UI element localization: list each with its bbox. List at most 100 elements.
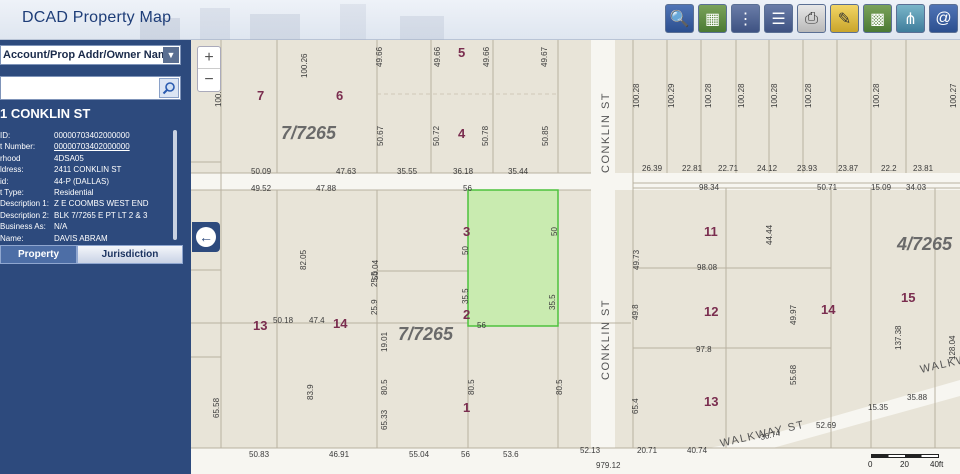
dimension-label: 23.87 [838, 164, 859, 173]
zoom-in-button[interactable]: + [198, 47, 220, 69]
dimension-label: 80.5 [380, 379, 389, 395]
dimension-label: 100.28 [632, 83, 641, 108]
email-icon[interactable]: @ [929, 4, 958, 33]
search-input[interactable] [1, 77, 151, 99]
detail-key: id: [0, 176, 9, 186]
dimension-label: 98.34 [699, 183, 720, 192]
detail-key: t Number: [0, 142, 36, 152]
scale-label-zero: 0 [868, 460, 873, 469]
lot-number: 11 [704, 224, 718, 239]
dimension-label: 40.74 [687, 446, 708, 455]
dimension-label: 36.18 [453, 167, 474, 176]
search-type-label: Account/Prop Addr/Owner Name [3, 49, 163, 61]
lot-number: 15 [901, 290, 915, 305]
dimension-label: 100.28 [704, 83, 713, 108]
detail-row: rhood 4DSA05 [0, 153, 176, 164]
detail-value: 2411 CONKLIN ST [54, 165, 122, 175]
dimension-label: 15.35 [868, 403, 889, 412]
details-scrollbar[interactable] [173, 130, 177, 240]
dimension-label: 100.28 [770, 83, 779, 108]
parcel-numbers-icon[interactable]: ⋮ [731, 4, 760, 33]
dimension-label: 49.97 [789, 304, 798, 325]
dimension-label: 80.5 [467, 379, 476, 395]
detail-value[interactable]: 00000703402000000 [54, 141, 176, 152]
dimension-label: 100.27 [949, 83, 958, 108]
search-button[interactable] [159, 78, 179, 98]
dimension-label: 53.6 [503, 450, 519, 459]
zoom-out-button[interactable]: − [198, 69, 220, 91]
dimension-label: 56 [463, 184, 472, 193]
lot-number: 7 [257, 88, 264, 103]
street-label: CONKLIN ST [600, 92, 612, 173]
collapse-sidebar-button[interactable]: ← [192, 222, 220, 252]
detail-key: Description 2: [0, 210, 49, 220]
parcel-map[interactable]: 7/7265 7/7265 4/7265 7 6 5 4 3 2 1 13 14 11 12 14 15 13 C… [191, 40, 960, 474]
dimension-label: 979.12 [596, 461, 621, 470]
grid-map-icon[interactable]: ▩ [863, 4, 892, 33]
dimension-label: 52.13 [580, 446, 601, 455]
detail-row: ID: 00000703402000000 [0, 130, 176, 141]
dimension-label: 56 [477, 321, 486, 330]
dimension-label: 55.68 [789, 364, 798, 385]
dimension-label: 25.5 [370, 271, 379, 287]
dimension-label: 35.55 [397, 167, 418, 176]
sidebar: Account/Prop Addr/Owner Name ▼ 1 CONKLIN… [0, 40, 191, 474]
detail-row: Business As: N/A [0, 221, 176, 232]
dimension-label: 83.9 [306, 384, 315, 400]
map-layers-icon[interactable]: ▦ [698, 4, 727, 33]
detail-row: Name: DAVIS ABRAM [0, 233, 176, 244]
edit-notes-icon[interactable]: ✎ [830, 4, 859, 33]
dimension-label: 128.04 [948, 335, 957, 360]
lot-number: 2 [463, 307, 470, 322]
detail-key: t Type: [0, 187, 24, 197]
scale-bar: 0 20 40ft [868, 452, 948, 472]
detail-key: ID: [0, 131, 11, 140]
dimension-label: 50 [550, 227, 559, 236]
dimension-label: 50.67 [376, 125, 385, 146]
scale-label-end: 40ft [930, 460, 944, 469]
dimension-label: 49.66 [375, 46, 384, 67]
dimension-label: 55.04 [409, 450, 430, 459]
dimension-label: 19.01 [380, 331, 389, 352]
lot-number: 14 [333, 316, 348, 331]
dimension-label: 49.8 [631, 304, 640, 320]
detail-row: ldress: 2411 CONKLIN ST [0, 164, 176, 175]
dimension-label: 47.4 [309, 316, 325, 325]
share-icon[interactable]: ⋔ [896, 4, 925, 33]
tab-property[interactable]: Property [0, 245, 77, 264]
tab-jurisdiction[interactable]: Jurisdiction [77, 245, 183, 264]
detail-row: Description 1: Z E COOMBS WEST END [0, 198, 176, 209]
dimension-label: 100.28 [804, 83, 813, 108]
dimension-label: 35.5 [461, 288, 470, 304]
dimension-label: 35.5 [548, 294, 557, 310]
dimension-label: 22.2 [881, 164, 897, 173]
dimension-label: 22.81 [682, 164, 703, 173]
dimension-label: 82.05 [299, 249, 308, 270]
detail-value: 4DSA05 [54, 153, 84, 163]
zoom-search-icon[interactable]: 🔍 [665, 4, 694, 33]
detail-value: N/A [54, 222, 68, 232]
block-label: 7/7265 [281, 123, 337, 143]
header-skyline [140, 0, 660, 40]
search-icon [162, 82, 175, 95]
dimension-label: 44.44 [765, 224, 774, 245]
dimension-label: 50.18 [273, 316, 294, 325]
detail-row: Description 2: BLK 7/7265 E PT LT 2 & 3 [0, 210, 176, 221]
dimension-label: 47.88 [316, 184, 337, 193]
dimension-label: 56 [461, 450, 470, 459]
detail-value: Residential [54, 187, 94, 197]
selected-parcel [467, 189, 559, 327]
dimension-label: 50.83 [249, 450, 270, 459]
app-header: DCAD Property Map 🔍 ▦ ⋮ ☰ ⎙ ✎ ▩ ⋔ @ [0, 0, 960, 40]
search-type-select[interactable]: Account/Prop Addr/Owner Name ▼ [0, 45, 181, 65]
print-icon[interactable]: ⎙ [797, 4, 826, 33]
block-label: 7/7265 [398, 324, 454, 344]
chevron-down-icon[interactable]: ▼ [163, 47, 179, 63]
dimension-label: 50.78 [481, 125, 490, 146]
dimension-label: 49.52 [251, 184, 272, 193]
search-box [0, 76, 181, 100]
list-icon[interactable]: ☰ [764, 4, 793, 33]
lot-number: 1 [463, 400, 470, 415]
map-view[interactable]: 7/7265 7/7265 4/7265 7 6 5 4 3 2 1 13 14 11 12 14 15 13 C… [191, 40, 960, 474]
lot-number: 14 [821, 302, 836, 317]
